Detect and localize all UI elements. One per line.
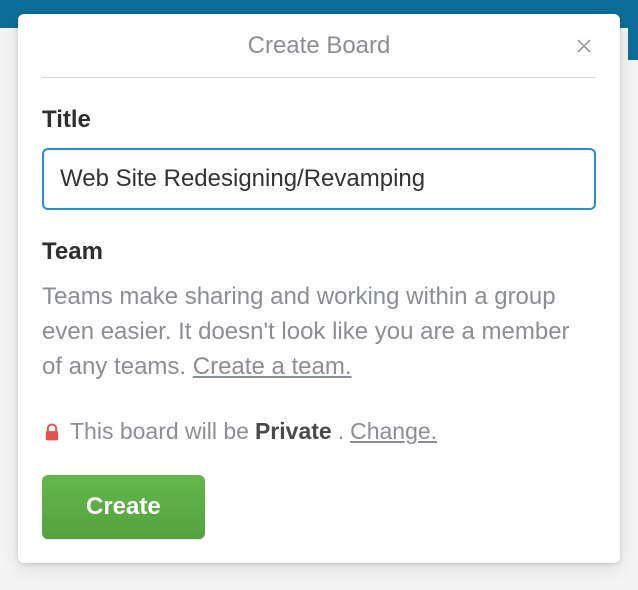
team-field-group: Team Teams make sharing and working with… <box>42 238 596 384</box>
create-board-popover: Create Board Title Team Teams make shari… <box>18 14 620 563</box>
team-label: Team <box>42 238 596 266</box>
title-field-group: Title <box>42 106 596 210</box>
visibility-suffix: . <box>338 418 344 445</box>
visibility-row: This board will be Private. Change. <box>42 418 596 445</box>
popover-header: Create Board <box>42 14 596 78</box>
visibility-change-link[interactable]: Change. <box>350 418 437 445</box>
lock-icon <box>42 421 62 443</box>
create-team-link[interactable]: Create a team. <box>193 353 352 380</box>
create-button[interactable]: Create <box>42 475 205 539</box>
title-label: Title <box>42 106 596 134</box>
visibility-prefix: This board will be <box>70 418 249 445</box>
visibility-level: Private <box>255 418 332 445</box>
board-title-input[interactable] <box>42 148 596 210</box>
popover-title: Create Board <box>248 32 391 60</box>
close-icon[interactable] <box>572 34 596 58</box>
app-top-bar-right <box>628 0 638 60</box>
team-description: Teams make sharing and working within a … <box>42 280 596 384</box>
